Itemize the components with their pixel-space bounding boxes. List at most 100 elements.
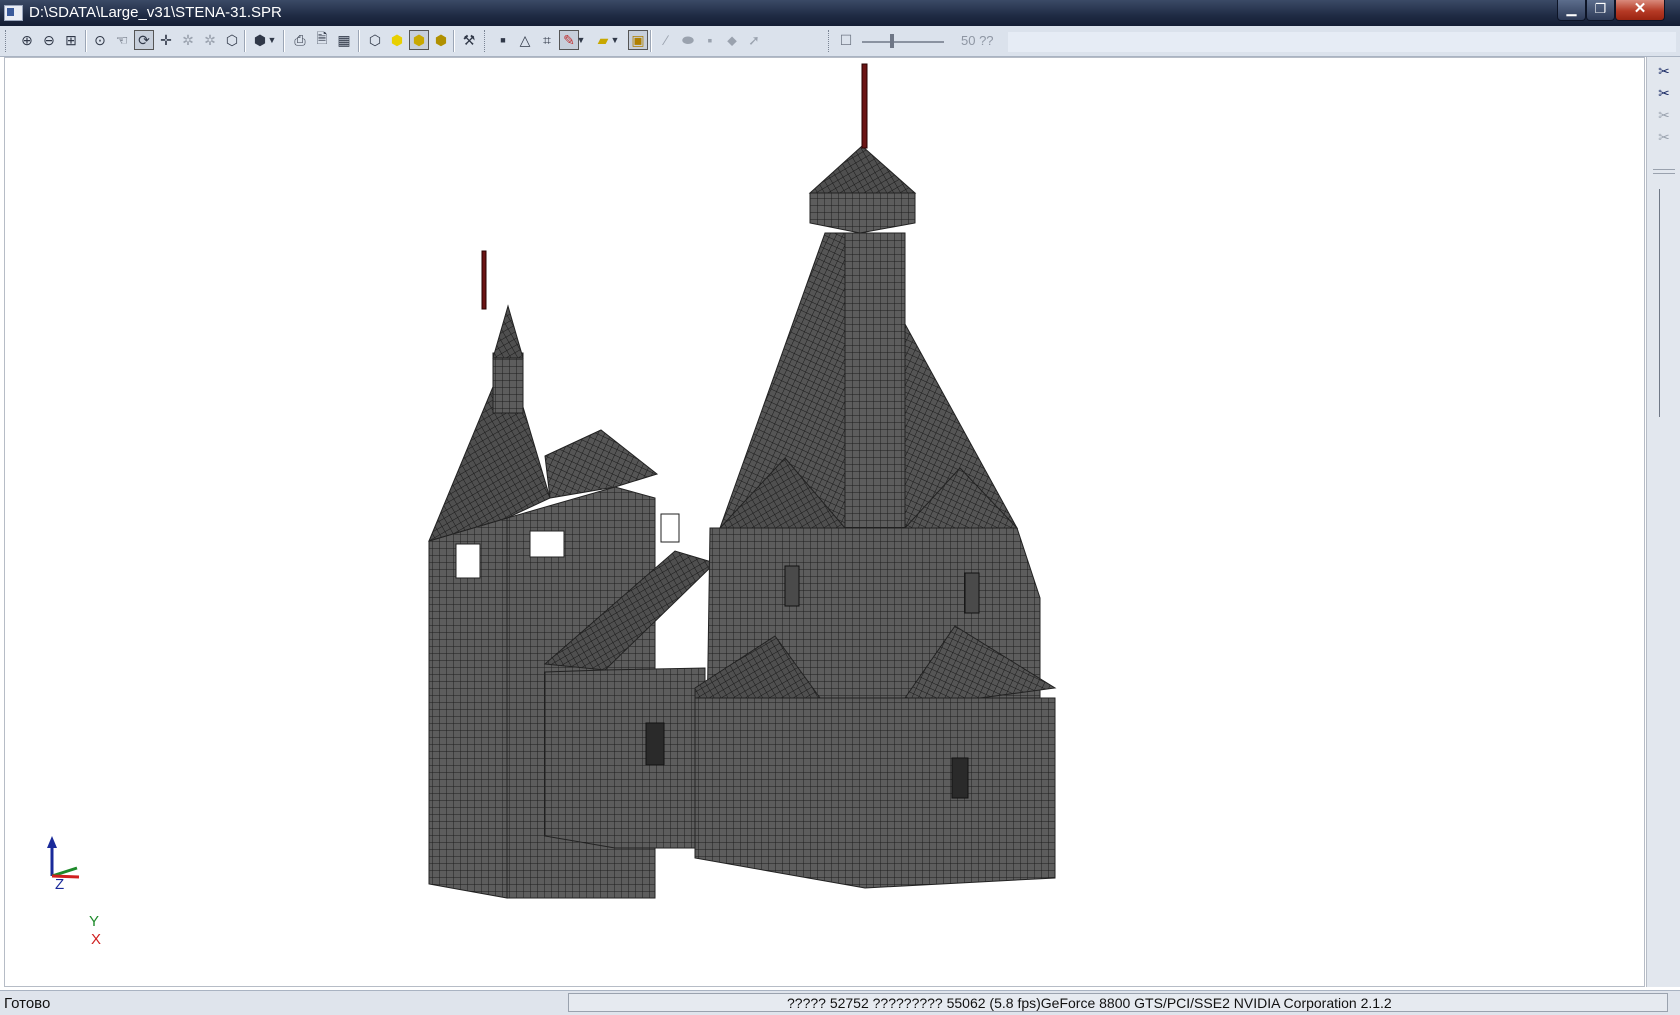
report-button[interactable]: ▦ (334, 30, 354, 50)
solid-cube-button[interactable]: ⬢ (431, 30, 451, 50)
fill-dropdown-button[interactable]: ▼ (609, 30, 621, 50)
tools-button[interactable]: ⚒ (459, 30, 479, 50)
right-tool-panel: ✂ ✂ ✂ ✂ (1646, 57, 1680, 987)
pen-icon: ∕ (664, 32, 668, 48)
triangle-icon: △ (519, 31, 531, 48)
brush-icon: ✎ (563, 31, 575, 48)
solid-cube-icon: ⬢ (434, 31, 448, 48)
bell-opening (529, 530, 565, 558)
box-button[interactable]: ▪ (700, 30, 720, 50)
wireframe-icon: ⬡ (368, 31, 382, 48)
zoom-out-button[interactable]: ⊖ (39, 30, 59, 50)
maximize-button[interactable]: ❐ (1586, 0, 1615, 21)
box-icon: ▪ (707, 32, 713, 48)
nave-wall (544, 667, 706, 849)
zoom-all-button[interactable]: ⊙ (90, 30, 110, 50)
zoom-value: 50 ?? (961, 33, 994, 48)
pan-icon: ☜ (115, 31, 129, 48)
wireframe-button[interactable]: ⬡ (365, 30, 385, 50)
cut-button[interactable]: ✂ (1655, 63, 1673, 81)
scissors-icon: ✂ (1658, 63, 1670, 79)
preview-button[interactable]: 🗎 (312, 30, 332, 50)
rotate-icon: ⟳ (138, 31, 150, 48)
scissors-gray-icon: ✂ (1658, 129, 1670, 145)
app-icon (4, 5, 23, 21)
main-window (964, 572, 980, 614)
spire-main (861, 63, 868, 149)
nave-window (645, 722, 665, 766)
minimize-icon: ▁ (1566, 1, 1577, 16)
preview-icon: 🗎 (316, 30, 328, 46)
node-button[interactable]: ■ (493, 30, 513, 50)
axis-label-z: Z (55, 876, 65, 893)
panel-divider (1653, 169, 1675, 174)
zoom-slider[interactable] (862, 41, 944, 43)
window-title: D:\SDATA\Large_v31\STENA-31.SPR (29, 4, 282, 21)
rotate-button[interactable]: ⟳ (134, 30, 154, 50)
view-dropdown-button[interactable]: ▼ (266, 30, 278, 50)
solid-yellow-button[interactable]: ⬢ (387, 30, 407, 50)
eraser-icon: ⬬ (682, 31, 694, 48)
zoom-window-button[interactable]: ⊞ (61, 30, 81, 50)
fill-icon: ▰ (597, 31, 609, 48)
pencil-icon: ⬥ (727, 31, 737, 48)
tools-icon: ⚒ (462, 31, 476, 48)
gable-roof (544, 429, 659, 499)
report-icon: ▦ (337, 31, 351, 48)
select-button[interactable]: ✲ (178, 30, 198, 50)
grid-icon: ⌗ (543, 31, 551, 48)
select-icon: ✲ (182, 31, 194, 48)
axis-label-x: X (91, 931, 102, 948)
select-off-button[interactable]: ✲ (200, 30, 220, 50)
arrow-button[interactable]: ➚ (744, 30, 764, 50)
zoom-slider-thumb[interactable] (890, 34, 894, 48)
eraser-button[interactable]: ⬬ (678, 30, 698, 50)
view-icon: ⬢ (253, 31, 267, 48)
center-button[interactable]: ✛ (156, 30, 176, 50)
spire-left (481, 250, 487, 310)
box-view-button[interactable]: ⬡ (222, 30, 242, 50)
grid-button[interactable]: ⌗ (537, 30, 557, 50)
cut-mode-button[interactable]: ✂ (1655, 85, 1673, 103)
axis-label-y: Y (89, 913, 100, 930)
print-icon: ⎙ (294, 31, 306, 48)
status-bar: Готово ????? 52752 ????????? 55062 (5.8 … (0, 990, 1680, 1015)
model-viewport[interactable] (4, 57, 1645, 987)
apse-window (951, 757, 969, 799)
triangle-button[interactable]: △ (515, 30, 535, 50)
minimize-button[interactable]: ▁ (1557, 0, 1586, 21)
zoom-all-icon: ⊙ (94, 31, 106, 48)
node-icon: ■ (500, 35, 506, 45)
bell-tower-drum (492, 352, 524, 414)
box-view-icon: ⬡ (225, 31, 239, 48)
cut-gray-button[interactable]: ✂ (1655, 107, 1673, 125)
toolbar-empty-area (1008, 32, 1676, 52)
restore-icon: ❐ (1594, 1, 1607, 16)
chevron-down-icon: ▼ (267, 35, 277, 45)
checkbox-button[interactable]: ☐ (836, 30, 856, 50)
solid-shaded-button[interactable]: ⬢ (409, 30, 429, 50)
building-mesh-model (47, 63, 1057, 899)
close-icon: ✕ (1633, 0, 1647, 17)
bell-tower-cap (492, 304, 524, 359)
zoom-in-button[interactable]: ⊕ (17, 30, 37, 50)
checkbox-icon: ☐ (839, 31, 853, 48)
toolbar: ⊕ ⊖ ⊞ ⊙ ☜ ⟳ ✛ ✲ ✲ ⬡ ⬢ ▼ ⎙ 🗎 ▦ ⬡ ⬢ ⬢ ⬢ ⚒ … (0, 26, 1680, 57)
main-tower-drum (809, 192, 916, 234)
print-button[interactable]: ⎙ (290, 30, 310, 50)
pan-button[interactable]: ☜ (112, 30, 132, 50)
bell-opening (455, 543, 481, 579)
status-ready-text: Готово (4, 995, 51, 1012)
pencil-button[interactable]: ⬥ (722, 30, 742, 50)
brush-dropdown-button[interactable]: ▼ (575, 30, 587, 50)
zoom-window-icon: ⊞ (65, 31, 77, 48)
screen-button[interactable]: ▣ (628, 30, 648, 50)
chevron-down-icon: ▼ (610, 35, 620, 45)
cut-gray-button-2[interactable]: ✂ (1655, 129, 1673, 147)
pen-button[interactable]: ∕ (656, 30, 676, 50)
bell-opening (660, 513, 680, 543)
vertical-scale[interactable] (1659, 189, 1660, 417)
close-button[interactable]: ✕ (1615, 0, 1665, 21)
axis-z-arrow (47, 836, 57, 848)
toolbar-grip[interactable] (5, 30, 9, 52)
